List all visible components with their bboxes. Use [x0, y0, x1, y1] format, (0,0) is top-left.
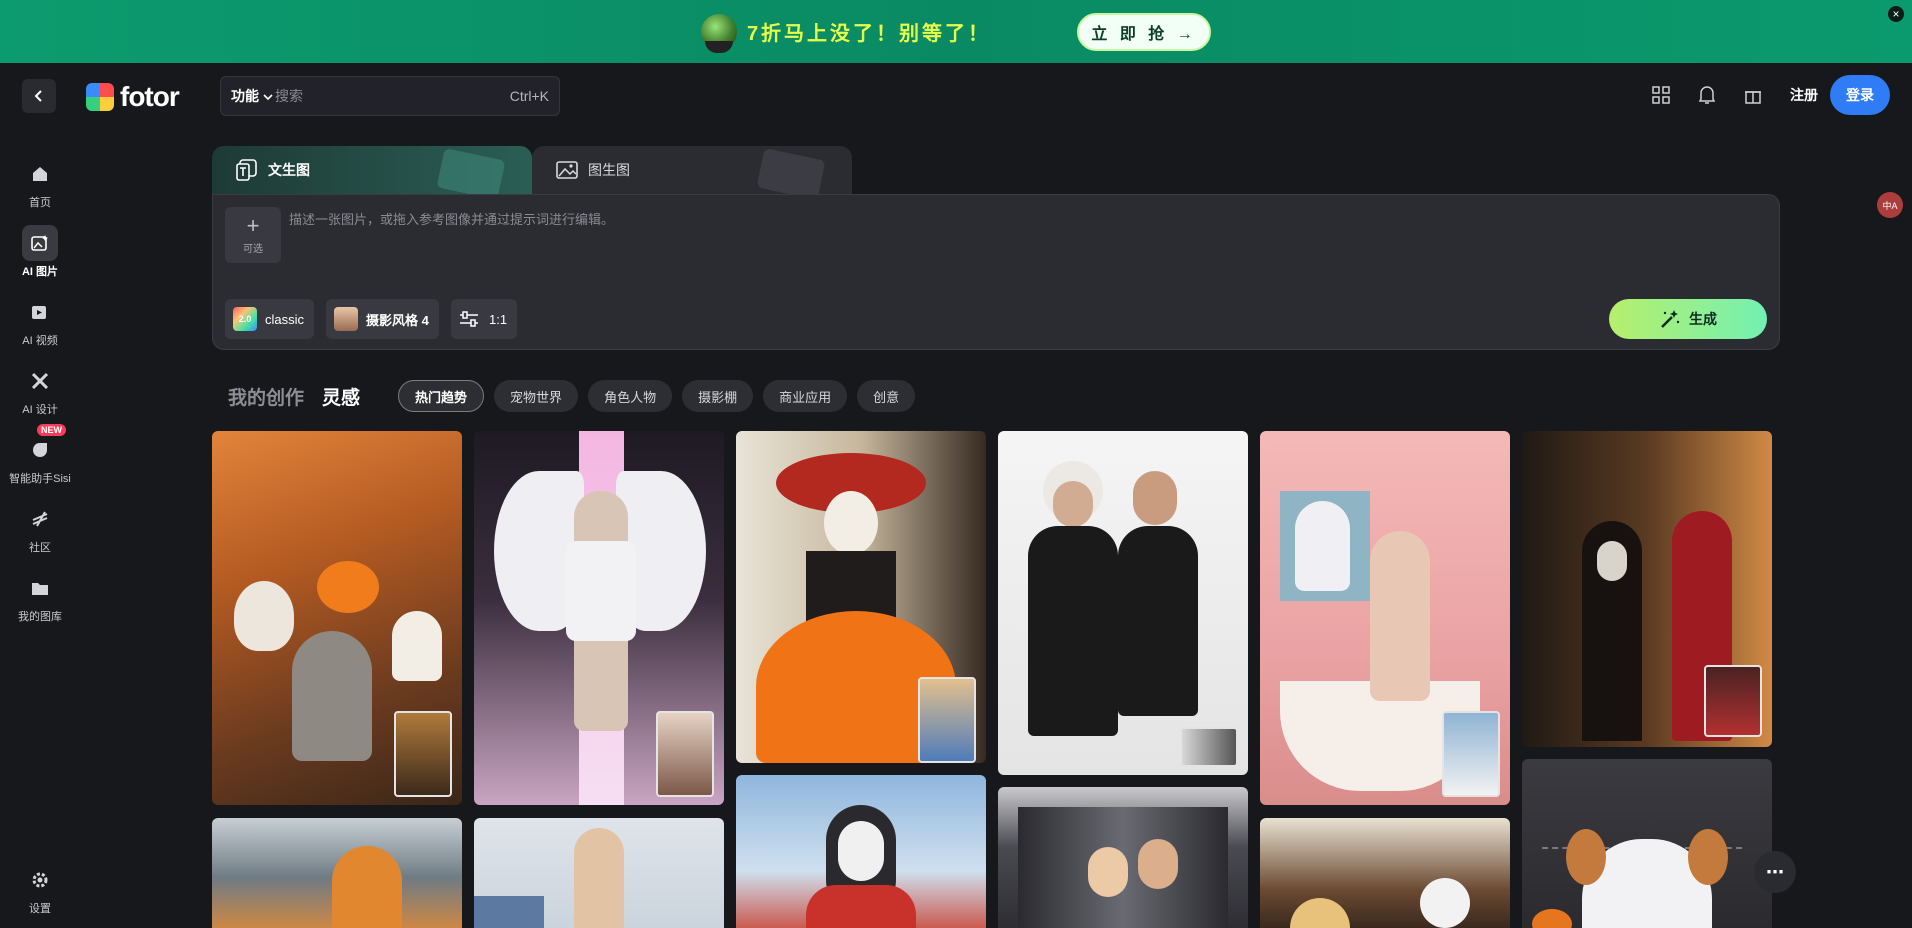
sidebar-item-label: 首页 — [29, 197, 51, 209]
sidebar-item-assistant[interactable]: NEW 智能助手Sisi — [0, 424, 80, 495]
community-icon — [22, 501, 58, 537]
style-selector[interactable]: 摄影风格 4 — [326, 299, 439, 339]
apps-grid-icon[interactable] — [1650, 84, 1672, 106]
gallery-card-hallway-red[interactable] — [1522, 431, 1772, 747]
tab-inspiration[interactable]: 灵感 — [322, 383, 360, 410]
tab-label: 文生图 — [268, 162, 310, 178]
filter-chip-studio[interactable]: 摄影棚 — [682, 380, 754, 412]
bell-icon[interactable] — [1696, 84, 1718, 106]
sidebar-item-label: AI 图片 — [21, 266, 59, 278]
search-input[interactable]: 搜索 — [275, 86, 510, 106]
gallery-card-woman-outdoor[interactable] — [474, 818, 724, 928]
tab-my-creations[interactable]: 我的创作 — [228, 383, 304, 410]
ai-image-icon — [22, 225, 58, 261]
text-to-image-icon — [236, 159, 257, 181]
top-right-actions: 注册 登录 — [1638, 63, 1912, 127]
style-label: 摄影风格 4 — [366, 312, 429, 328]
generate-label: 生成 — [1689, 311, 1717, 327]
sidebar-item-label: AI 视频 — [22, 335, 58, 347]
fotor-logo[interactable]: fotor — [86, 81, 180, 113]
image-decoration-icon — [756, 147, 826, 194]
filter-chip-characters[interactable]: 角色人物 — [588, 380, 673, 412]
tab-text-to-image[interactable]: 文生图 — [212, 146, 532, 194]
gear-icon — [22, 862, 58, 898]
add-reference-button[interactable]: + 可选 — [225, 207, 281, 263]
register-link[interactable]: 注册 — [1790, 85, 1818, 105]
settings-label: 设置 — [29, 903, 51, 915]
gallery-card-halloween-treats[interactable] — [1260, 818, 1510, 928]
close-banner-icon[interactable]: × — [1888, 6, 1904, 22]
generate-button[interactable]: 生成 — [1609, 299, 1767, 339]
ai-video-icon — [22, 294, 58, 330]
gallery-card-couple[interactable] — [998, 787, 1248, 928]
logo-mark-icon — [86, 83, 114, 111]
gallery-card-runway-angel[interactable] — [474, 431, 724, 805]
model-badge: 2.0 — [233, 307, 257, 331]
style-thumbnail — [334, 307, 358, 331]
gallery-card-pink-bathroom[interactable] — [1260, 431, 1510, 805]
gallery-card-halloween-cookies[interactable] — [212, 431, 462, 805]
magic-wand-icon — [1661, 310, 1680, 328]
top-bar: fotor 功能 搜索 Ctrl+K 注册 登录 — [0, 63, 1912, 127]
translate-icon[interactable]: 中A — [1877, 192, 1903, 218]
sidebar-item-settings[interactable]: 设置 — [0, 862, 80, 922]
search-shortcut: Ctrl+K — [509, 88, 549, 104]
search-category-label: 功能 — [231, 88, 259, 104]
cauldron-icon — [700, 13, 737, 53]
gallery-card-cat-glass-roof[interactable] — [212, 818, 462, 928]
tab-label: 图生图 — [588, 162, 630, 178]
sliders-icon — [460, 311, 478, 327]
sidebar-item-label: AI 设计 — [22, 404, 58, 416]
ratio-selector[interactable]: 1:1 — [451, 299, 518, 339]
generator-tabs: 文生图 图生图 — [212, 146, 852, 194]
plus-icon: + — [246, 212, 260, 238]
model-label: classic — [265, 311, 305, 327]
home-icon — [22, 156, 58, 192]
filter-chip-trending[interactable]: 热门趋势 — [398, 380, 485, 412]
back-button[interactable] — [22, 79, 56, 113]
sidebar-item-label: 智能助手Sisi — [9, 473, 71, 485]
sidebar: 首页 AI 图片 AI 视频 AI 设计 NEW 智能助手Sisi 社区 我的图… — [0, 150, 80, 633]
inspiration-gallery — [212, 431, 1772, 928]
sidebar-item-label: 我的图库 — [18, 611, 62, 623]
inspiration-header: 我的创作 灵感 热门趋势 宠物世界 角色人物 摄影棚 商业应用 创意 — [228, 380, 925, 412]
image-to-image-icon — [556, 161, 578, 179]
filter-chip-commercial[interactable]: 商业应用 — [763, 380, 848, 412]
model-selector[interactable]: 2.0 classic — [225, 299, 315, 339]
chevron-left-icon — [34, 90, 42, 102]
gallery-card-dog-ghost[interactable] — [1522, 759, 1772, 928]
prompt-panel: + 可选 描述一张图片，或拖入参考图像并通过提示词进行编辑。 2.0 class… — [212, 194, 1780, 350]
logo-text: fotor — [120, 81, 180, 112]
filter-chip-creative[interactable]: 创意 — [857, 380, 916, 412]
sidebar-item-ai-design[interactable]: AI 设计 — [0, 357, 80, 426]
search-bar[interactable]: 功能 搜索 Ctrl+K — [220, 76, 560, 116]
search-category-dropdown[interactable]: 功能 — [221, 86, 275, 106]
new-badge: NEW — [37, 424, 66, 436]
ratio-label: 1:1 — [489, 311, 508, 327]
promo-text: 7折马上没了！别等了！ — [746, 23, 992, 45]
quote-decoration-icon — [436, 147, 506, 194]
gallery-card-penguin[interactable] — [736, 775, 986, 928]
sidebar-item-ai-video[interactable]: AI 视频 — [0, 288, 80, 357]
folder-icon — [22, 570, 58, 606]
filter-chip-pets[interactable]: 宠物世界 — [494, 380, 579, 412]
add-reference-label: 可选 — [243, 243, 263, 255]
chevron-down-icon — [263, 94, 273, 101]
tab-image-to-image[interactable]: 图生图 — [532, 146, 852, 194]
sidebar-item-community[interactable]: 社区 — [0, 495, 80, 564]
gallery-card-day-of-dead[interactable] — [736, 431, 986, 763]
prompt-input[interactable]: 描述一张图片，或拖入参考图像并通过提示词进行编辑。 — [289, 209, 614, 228]
sidebar-item-library[interactable]: 我的图库 — [0, 564, 80, 633]
gallery-card-two-men[interactable] — [998, 431, 1248, 775]
more-options-button[interactable]: ⋯ — [1754, 851, 1796, 893]
ai-design-icon — [22, 363, 58, 399]
gift-icon[interactable] — [1742, 84, 1764, 106]
sidebar-item-home[interactable]: 首页 — [0, 150, 80, 219]
sidebar-item-label: 社区 — [29, 542, 51, 554]
promo-banner: 7折马上没了！别等了！ 立 即 抢 → × — [0, 0, 1912, 63]
assistant-icon — [22, 432, 58, 468]
promo-cta-button[interactable]: 立 即 抢 → — [1077, 12, 1212, 51]
sidebar-item-ai-image[interactable]: AI 图片 — [0, 219, 80, 288]
login-button[interactable]: 登录 — [1830, 75, 1890, 115]
